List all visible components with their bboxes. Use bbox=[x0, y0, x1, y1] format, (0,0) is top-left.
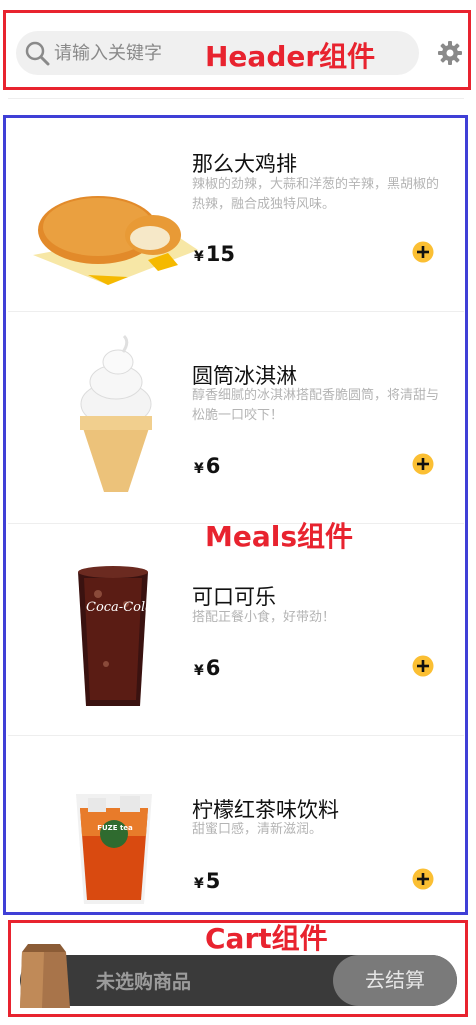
meal-description: 甜蜜口感，清新滋润。 bbox=[192, 822, 323, 837]
tea-logo: FUZE tea bbox=[97, 824, 133, 832]
meal-item: 那么大鸡排 辣椒的劲辣，大蒜和洋葱的辛辣，黑胡椒的热辣，融合成独特风味。 ¥15 bbox=[8, 100, 464, 312]
meal-item: FUZE tea 柠檬红茶味饮料 甜蜜口感，清新滋润。 ¥5 bbox=[8, 736, 464, 914]
currency-symbol: ¥ bbox=[194, 461, 204, 477]
price-value: 5 bbox=[205, 869, 221, 893]
header-divider bbox=[8, 98, 464, 99]
meal-description: 辣椒的劲辣，大蒜和洋葱的辛辣，黑胡椒的热辣，融合成独特风味。 bbox=[192, 177, 440, 212]
meal-item: Coca-Cola 可口可乐 搭配正餐小食，好带劲！ ¥6 bbox=[8, 524, 464, 736]
header-section-label: Header组件 bbox=[205, 40, 376, 73]
cola-cup-image bbox=[78, 566, 148, 706]
meal-price: ¥6 bbox=[194, 656, 220, 680]
cart-section-label: Cart组件 bbox=[205, 922, 328, 955]
ice-cream-cone-image bbox=[80, 334, 152, 492]
lemon-tea-cup-image bbox=[76, 794, 152, 904]
meal-name: 可口可乐 bbox=[192, 585, 276, 609]
meal-name: 那么大鸡排 bbox=[192, 152, 297, 176]
cart-empty-text: 未选购商品 bbox=[96, 971, 192, 993]
currency-symbol: ¥ bbox=[194, 876, 204, 892]
price-value: 15 bbox=[205, 242, 235, 266]
meal-description: 搭配正餐小食，好带劲！ bbox=[192, 610, 336, 625]
currency-symbol: ¥ bbox=[194, 249, 204, 265]
price-value: 6 bbox=[205, 454, 221, 478]
meal-price: ¥15 bbox=[194, 242, 235, 266]
cart-bar: 未选购商品 去结算 bbox=[20, 955, 457, 1006]
price-value: 6 bbox=[205, 656, 221, 680]
meal-item: 圆筒冰淇淋 醇香细腻的冰淇淋搭配香脆圆筒，将清甜与松脆一口咬下！ ¥6 bbox=[8, 312, 464, 524]
add-icon[interactable] bbox=[412, 241, 434, 263]
meal-price: ¥6 bbox=[194, 454, 220, 478]
chicken-cutlet-image bbox=[33, 196, 198, 285]
cola-logo: Coca-Cola bbox=[86, 600, 153, 615]
gear-icon[interactable] bbox=[437, 40, 463, 66]
meal-description: 醇香细腻的冰淇淋搭配香脆圆筒，将清甜与松脆一口咬下！ bbox=[192, 388, 440, 423]
currency-symbol: ¥ bbox=[194, 663, 204, 679]
shopping-bag-icon[interactable] bbox=[20, 942, 72, 1008]
add-icon[interactable] bbox=[412, 868, 434, 890]
checkout-button[interactable]: 去结算 bbox=[333, 955, 457, 1006]
add-icon[interactable] bbox=[412, 453, 434, 475]
search-icon bbox=[25, 41, 50, 66]
search-input[interactable] bbox=[54, 38, 204, 68]
add-icon[interactable] bbox=[412, 655, 434, 677]
meal-price: ¥5 bbox=[194, 869, 220, 893]
